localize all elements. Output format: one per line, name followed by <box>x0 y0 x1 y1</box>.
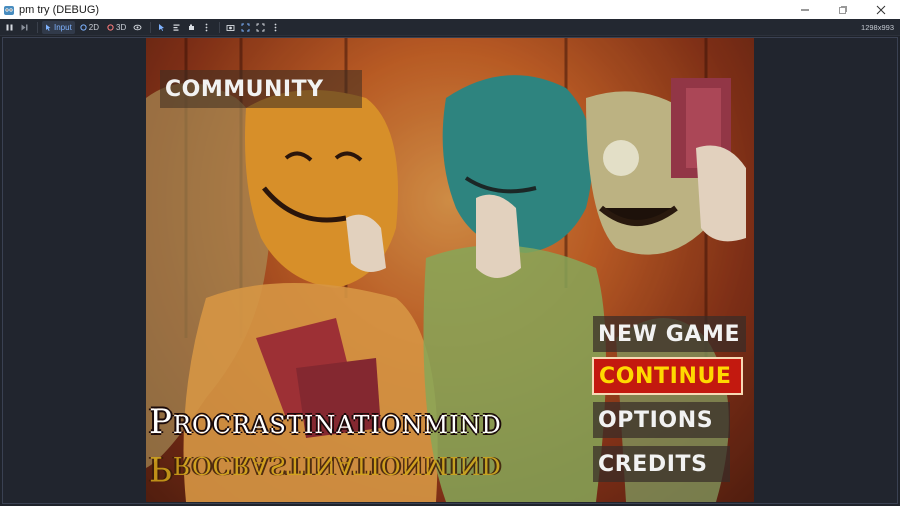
community-button[interactable]: COMMUNITY <box>160 70 362 108</box>
select-tool-button[interactable] <box>155 21 168 34</box>
new-game-button[interactable]: NEW GAME <box>593 316 746 352</box>
kebab-menu-icon <box>274 23 277 31</box>
next-frame-button[interactable] <box>18 21 31 34</box>
window-title: pm try (DEBUG) <box>19 3 100 16</box>
circle-3d-icon <box>107 23 114 31</box>
camera-override-button[interactable] <box>224 21 237 34</box>
toolbar-separator <box>150 21 152 33</box>
restore-button[interactable] <box>824 0 862 19</box>
mode-2d-button[interactable]: 2D <box>77 21 102 34</box>
close-icon <box>876 5 886 14</box>
camera-icon <box>226 24 235 31</box>
minimize-button[interactable] <box>786 0 824 19</box>
mode-3d-button[interactable]: 3D <box>104 21 129 34</box>
more-options-button[interactable] <box>269 21 282 34</box>
pause-button[interactable] <box>3 21 16 34</box>
window-controls <box>786 0 900 19</box>
restore-icon <box>839 5 847 14</box>
debug-toolbar: Input 2D 3D 1298x993 <box>0 19 900 36</box>
credits-button[interactable]: CREDITS <box>593 446 730 482</box>
window-title-bar: pm try (DEBUG) <box>0 0 900 19</box>
eye-icon <box>133 24 142 30</box>
toolbar-separator <box>219 21 221 33</box>
node-select-button[interactable] <box>185 21 198 34</box>
more-options-button[interactable] <box>200 21 213 34</box>
cursor-arrow-icon <box>159 23 165 31</box>
godot-icon <box>4 5 14 15</box>
close-button[interactable] <box>862 0 900 19</box>
next-frame-icon <box>21 24 28 30</box>
circle-2d-icon <box>80 23 87 31</box>
mode-3d-label: 3D <box>116 22 127 32</box>
nodes-icon <box>189 24 195 30</box>
expand-icon <box>256 23 265 31</box>
mode-input-label: Input <box>54 22 72 32</box>
pause-icon <box>6 24 13 30</box>
game-logo-reflection: Procrastinationmind <box>149 448 502 488</box>
list-select-button[interactable] <box>170 21 183 34</box>
mode-2d-label: 2D <box>88 22 100 32</box>
visibility-button[interactable] <box>131 21 144 34</box>
expand-button[interactable] <box>254 21 267 34</box>
input-icon <box>46 24 51 31</box>
toolbar-separator <box>37 21 38 33</box>
resolution-readout: 1298x993 <box>861 23 894 32</box>
mode-input-button[interactable]: Input <box>42 20 75 34</box>
continue-button[interactable]: CONTINUE <box>592 357 743 395</box>
focus-frame-icon <box>241 23 250 31</box>
list-select-icon <box>173 24 180 31</box>
options-button[interactable]: OPTIONS <box>593 402 730 438</box>
minimize-icon <box>801 9 809 10</box>
kebab-menu-icon <box>205 23 208 31</box>
reset-camera-button[interactable] <box>239 21 252 34</box>
